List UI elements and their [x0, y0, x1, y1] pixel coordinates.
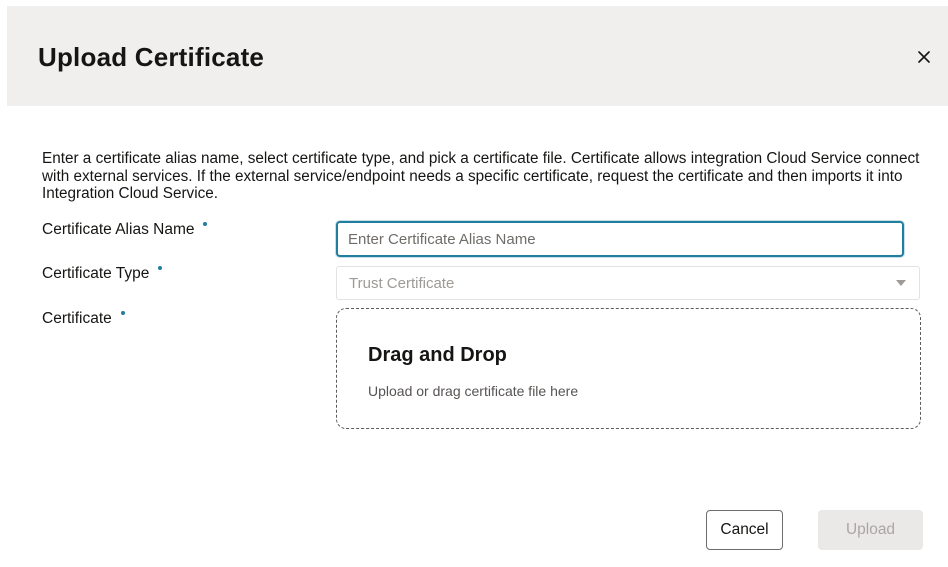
- certificate-field-label: Certificate: [42, 310, 125, 328]
- dialog-header: Upload Certificate: [7, 6, 948, 106]
- required-indicator: [120, 311, 125, 315]
- alias-label-text: Certificate Alias Name: [42, 221, 195, 238]
- type-field-label: Certificate Type: [42, 265, 163, 283]
- certificate-alias-input[interactable]: [336, 221, 904, 257]
- required-indicator: [158, 266, 163, 270]
- certificate-label-text: Certificate: [42, 310, 112, 327]
- certificate-type-value: Trust Certificate: [349, 275, 455, 292]
- dropzone-subtitle: Upload or drag certificate file here: [368, 383, 579, 399]
- dropzone-title: Drag and Drop: [368, 344, 507, 366]
- dialog-title: Upload Certificate: [38, 42, 265, 72]
- caret-down-icon: [896, 280, 906, 286]
- close-icon: [918, 51, 930, 63]
- certificate-type-select[interactable]: Trust Certificate: [336, 266, 920, 300]
- cancel-button[interactable]: Cancel: [706, 510, 783, 550]
- dialog-description: Enter a certificate alias name, select c…: [42, 150, 920, 202]
- alias-field-label: Certificate Alias Name: [42, 221, 208, 239]
- close-button[interactable]: [909, 42, 939, 72]
- required-indicator: [203, 222, 208, 226]
- type-label-text: Certificate Type: [42, 265, 150, 282]
- upload-button[interactable]: Upload: [818, 510, 923, 550]
- upload-certificate-dialog: Upload Certificate Enter a certificate a…: [0, 0, 948, 567]
- certificate-file-dropzone[interactable]: Drag and Drop Upload or drag certificate…: [336, 308, 921, 429]
